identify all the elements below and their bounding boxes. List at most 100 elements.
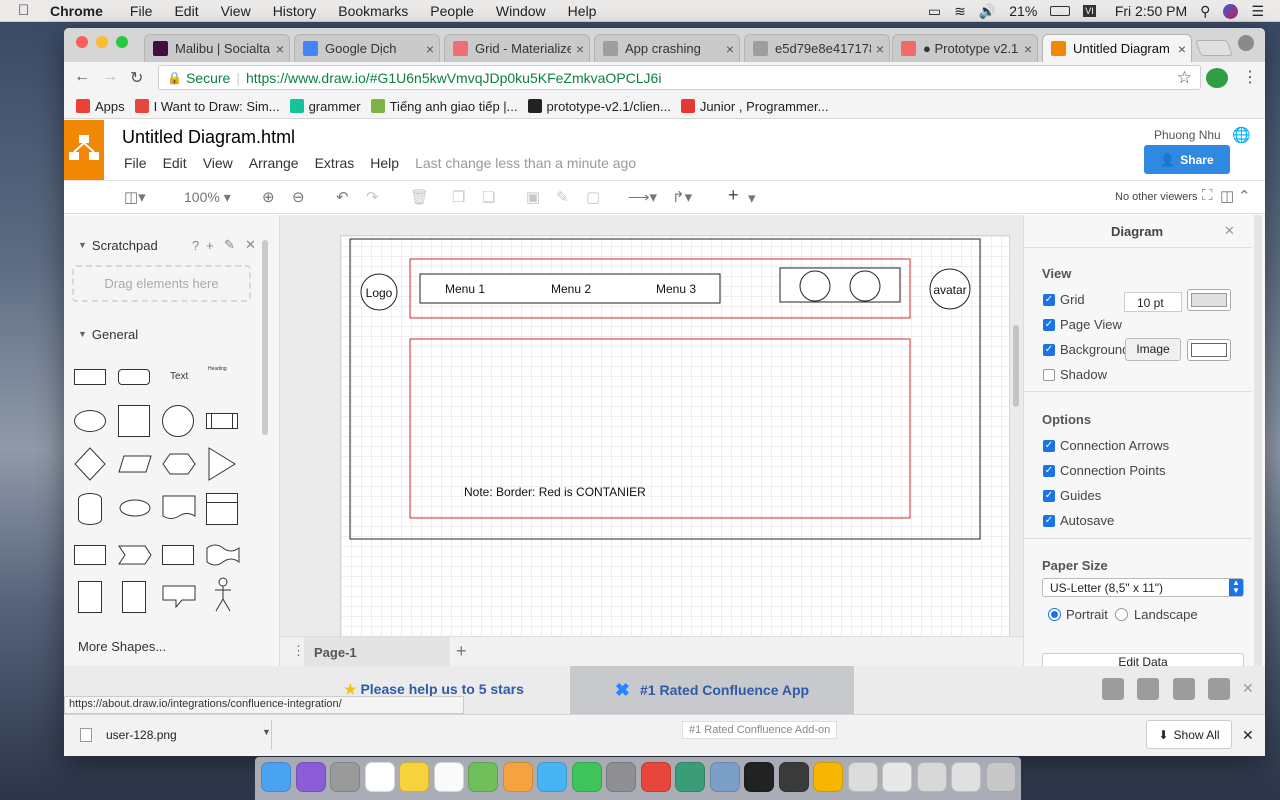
rounded-rectangle-shape[interactable] [118, 369, 150, 385]
process-shape[interactable] [206, 413, 238, 429]
waypoints-icon[interactable]: ↱▾ [672, 188, 692, 206]
close-panel-icon[interactable]: ✕ [1224, 223, 1235, 239]
triangle-shape[interactable] [208, 447, 236, 481]
fullscreen-icon[interactable]: ⛶ [1202, 187, 1213, 204]
step-shape[interactable] [118, 545, 152, 565]
menu-bookmarks[interactable]: Bookmarks [327, 3, 419, 19]
connection-arrows-checkbox[interactable]: ✓ [1043, 440, 1055, 452]
menu-edit[interactable]: Edit [163, 3, 209, 19]
chrome-menu-icon[interactable]: ⋮ [1242, 67, 1258, 87]
twitter-icon[interactable] [1173, 678, 1195, 700]
tab-1[interactable]: Malibu | Socialtal × [144, 34, 290, 62]
icon-group-box[interactable] [779, 267, 901, 303]
bookmark-item[interactable]: grammer [289, 99, 361, 114]
close-banner-icon[interactable]: ✕ [1242, 680, 1254, 697]
terminal-icon[interactable] [744, 762, 774, 792]
launchpad-icon[interactable] [330, 762, 360, 792]
notification-center-icon[interactable]: ☰ [1251, 3, 1264, 20]
icon-circle-2[interactable] [849, 270, 881, 302]
extension-new-icon[interactable] [1206, 68, 1228, 88]
bookmark-item[interactable]: prototype-v2.1/clien... [527, 99, 671, 114]
redo-icon[interactable]: ↷ [366, 188, 379, 206]
close-tab-icon[interactable]: × [421, 41, 439, 57]
tab-6[interactable]: ● Prototype v2.1 × [892, 34, 1038, 62]
wifi-icon[interactable]: ≋ [954, 3, 966, 20]
grid-color-button[interactable] [1187, 289, 1231, 311]
help-icon[interactable]: ? [192, 238, 199, 253]
close-tab-icon[interactable]: × [271, 41, 289, 57]
facetime-icon[interactable] [571, 762, 602, 792]
tab-5[interactable]: e5d79e8e417178 × [744, 34, 890, 62]
photos-icon[interactable] [502, 762, 533, 792]
drawio-menu-help[interactable]: Help [370, 155, 399, 171]
parallelogram-shape[interactable] [118, 455, 152, 473]
documents-icon[interactable] [951, 762, 981, 792]
preview-icon[interactable] [709, 762, 740, 792]
atom-icon[interactable] [675, 762, 705, 792]
drawio-logo-icon[interactable] [64, 120, 104, 180]
confluence-app-link[interactable]: ✖ #1 Rated Confluence App [570, 666, 854, 714]
bookmark-item[interactable]: Tiếng anh giao tiếp |... [370, 99, 518, 114]
download-menu-icon[interactable]: ▼ [262, 727, 271, 737]
battery-icon[interactable] [1050, 6, 1071, 16]
page-tab-page-1[interactable]: Page-1 [304, 637, 450, 666]
diamond-shape[interactable] [74, 447, 106, 481]
drawio-menu-extras[interactable]: Extras [315, 155, 355, 171]
reminders-icon[interactable] [433, 762, 464, 792]
callout-shape[interactable] [162, 585, 196, 609]
close-tab-icon[interactable]: × [1019, 41, 1037, 57]
undo-icon[interactable]: ↶ [336, 188, 349, 206]
globe-icon[interactable]: 🌐 [1232, 126, 1251, 144]
background-checkbox[interactable]: ✓ [1043, 344, 1055, 356]
new-tab-button[interactable] [1195, 40, 1233, 56]
vertical-scrollbar[interactable] [1013, 325, 1019, 407]
delete-icon[interactable]: 🗑 [410, 188, 429, 206]
back-icon[interactable]: ← [74, 68, 90, 86]
trash-icon[interactable] [985, 762, 1016, 792]
reload-icon[interactable]: ↻ [130, 68, 143, 88]
line-color-icon[interactable]: ✎ [556, 188, 569, 206]
download-item[interactable]: user-128.png [72, 720, 272, 750]
share-button[interactable]: 👤 Share [1144, 145, 1230, 174]
close-window-icon[interactable] [76, 36, 88, 48]
format-panel-icon[interactable]: ◫▾ [124, 188, 146, 206]
hexagon-shape[interactable] [162, 453, 196, 475]
background-color-button[interactable] [1187, 339, 1231, 361]
downloads-icon[interactable] [916, 762, 947, 792]
card-shape[interactable] [74, 545, 106, 565]
square-shape[interactable] [118, 405, 150, 437]
last-change-label[interactable]: Last change less than a minute ago [415, 155, 636, 171]
volume-icon[interactable]: 🔊 [979, 3, 996, 20]
text-shape[interactable]: Text [170, 371, 188, 382]
drawio-menu-file[interactable]: File [124, 155, 147, 171]
cloud-shape[interactable] [118, 497, 152, 519]
heading-shape[interactable]: Heading [208, 366, 227, 372]
siri-icon[interactable] [295, 762, 326, 792]
connection-points-checkbox[interactable]: ✓ [1043, 465, 1055, 477]
airplay-icon[interactable]: ▭ [928, 3, 941, 20]
close-tab-icon[interactable]: × [721, 41, 739, 57]
maps-icon[interactable] [468, 762, 498, 792]
tab-4[interactable]: App crashing × [594, 34, 740, 62]
drawio-menu-arrange[interactable]: Arrange [249, 155, 299, 171]
add-icon[interactable]: + [206, 238, 214, 253]
bookmark-item[interactable]: Junior , Programmer... [680, 99, 828, 114]
menu-help[interactable]: Help [557, 3, 608, 19]
more-shapes-button[interactable]: More Shapes... [78, 639, 166, 654]
paper-size-select[interactable]: US-Letter (8,5" x 11") ▲ ▼ [1042, 578, 1244, 597]
landscape-radio[interactable] [1115, 608, 1128, 621]
add-page-icon[interactable]: + [456, 641, 467, 662]
notes-icon[interactable] [399, 762, 429, 792]
scratchpad-drop-zone[interactable]: Drag elements here [72, 265, 251, 302]
to-back-icon[interactable]: ❏ [482, 188, 495, 206]
collapse-icon[interactable]: ⌃ [1238, 187, 1251, 205]
app-window-icon[interactable] [847, 762, 878, 792]
ellipse-shape[interactable] [74, 410, 106, 432]
tab-3[interactable]: Grid - Materialize × [444, 34, 590, 62]
portrait-radio[interactable] [1048, 608, 1061, 621]
menu-window[interactable]: Window [485, 3, 557, 19]
tape-shape[interactable] [206, 543, 240, 567]
messages-icon[interactable] [537, 762, 567, 792]
shadow-checkbox[interactable] [1043, 369, 1055, 381]
panel-scrollbar[interactable] [1254, 215, 1262, 666]
